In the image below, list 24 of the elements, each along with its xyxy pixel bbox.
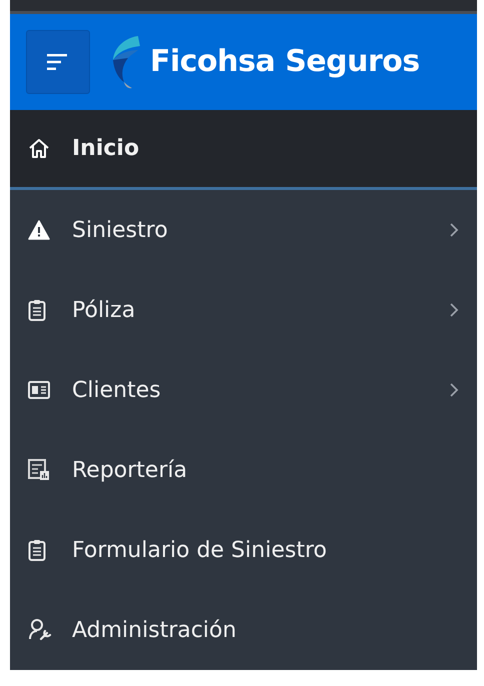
nav-item[interactable]: Clientes: [10, 350, 477, 430]
nav-item[interactable]: Administración: [10, 590, 477, 670]
warning-icon: [28, 220, 50, 240]
nav-item[interactable]: Siniestro: [10, 190, 477, 270]
menu-button[interactable]: [26, 30, 90, 94]
nav-label: Póliza: [72, 298, 136, 322]
nav-label: Formulario de Siniestro: [72, 538, 328, 562]
user-wrench-icon: [28, 619, 52, 641]
clipboard-icon: [28, 539, 46, 561]
nav-item[interactable]: Formulario de Siniestro: [10, 510, 477, 590]
nav-label: Administración: [72, 618, 238, 642]
nav-label: Inicio: [72, 136, 140, 161]
id-card-icon: [28, 381, 50, 399]
home-icon: [28, 138, 50, 160]
clipboard-icon: [28, 299, 46, 321]
nav-item[interactable]: Reportería: [10, 430, 477, 510]
brand-name: Ficohsa Seguros: [150, 44, 420, 80]
report-icon: [28, 459, 50, 481]
nav-label: Clientes: [72, 378, 162, 402]
nav-item[interactable]: Póliza: [10, 270, 477, 350]
nav-label: Reportería: [72, 458, 188, 482]
nav-item[interactable]: Inicio: [10, 110, 477, 190]
menu-icon: [47, 54, 69, 70]
nav-label: Siniestro: [72, 218, 169, 242]
